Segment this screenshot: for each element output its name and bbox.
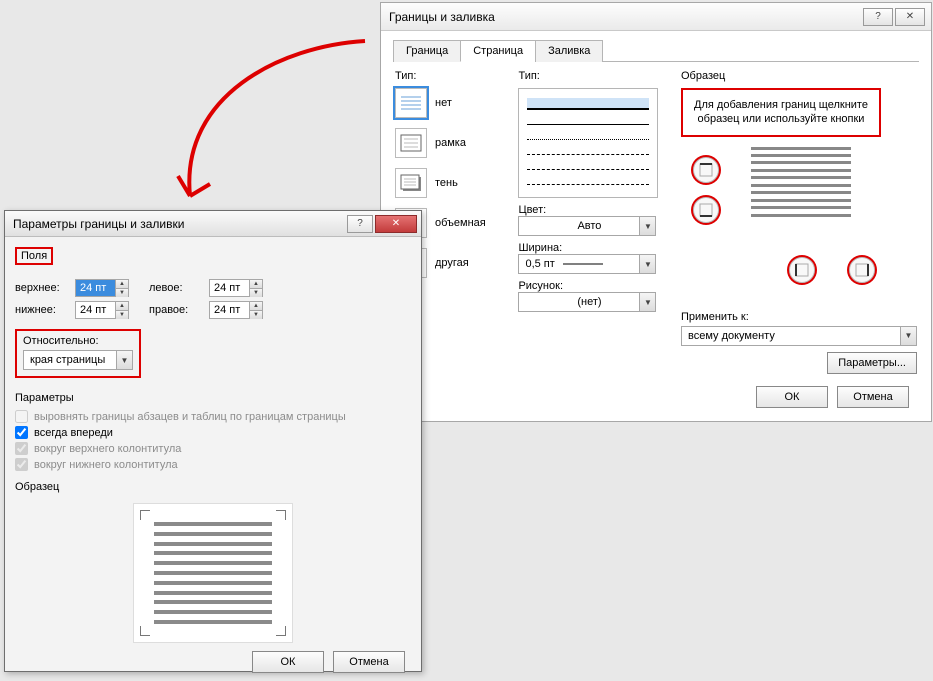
type-box-label: рамка	[435, 137, 466, 149]
margin-top-label: верхнее:	[15, 282, 69, 294]
type-label: Тип:	[395, 70, 504, 82]
margin-bottom-spin[interactable]: 24 пт ▲▼	[75, 301, 129, 319]
margin-bottom-label: нижнее:	[15, 304, 69, 316]
type-none[interactable]: нет	[395, 88, 504, 118]
margin-left-label: левое:	[149, 282, 203, 294]
art-combo[interactable]: (нет) ▼	[518, 292, 656, 312]
border-options-dialog: Параметры границы и заливки ? ✕ Поля вер…	[4, 210, 422, 672]
relative-label: Относительно:	[23, 335, 133, 347]
chevron-down-icon: ▼	[639, 255, 655, 273]
width-combo[interactable]: 0,5 пт ▼	[518, 254, 656, 274]
width-label: Ширина:	[518, 242, 574, 254]
border-bottom-button[interactable]	[693, 197, 719, 223]
close-button[interactable]: ✕	[895, 8, 925, 26]
type-shadow-label: тень	[435, 177, 458, 189]
tab-border[interactable]: Граница	[393, 40, 461, 62]
ok-button[interactable]: ОК	[756, 386, 828, 408]
chevron-down-icon: ▼	[900, 327, 916, 345]
preview-hint: Для добавления границ щелкните образец и…	[681, 88, 881, 137]
cancel-button[interactable]: Отмена	[837, 386, 909, 408]
spinner-up-icon[interactable]: ▲	[250, 302, 262, 311]
chevron-down-icon: ▼	[639, 293, 655, 311]
spinner-up-icon[interactable]: ▲	[250, 280, 262, 289]
ok-button[interactable]: ОК	[252, 651, 324, 673]
spinner-down-icon[interactable]: ▼	[250, 289, 262, 297]
apply-value: всему документу	[688, 330, 775, 342]
check-align-para[interactable]: выровнять границы абзацев и таблиц по гр…	[15, 410, 411, 423]
relative-to-combo[interactable]: края страницы ▼	[23, 350, 133, 370]
margin-top-spin[interactable]: 24 пт ▲▼	[75, 279, 129, 297]
params-group-label: Параметры	[15, 392, 411, 404]
check-around-footer[interactable]: вокруг нижнего колонтитула	[15, 458, 411, 471]
type-custom-label: другая	[435, 257, 469, 269]
options-title: Параметры границы и заливки	[13, 217, 347, 231]
margin-right-spin[interactable]: 24 пт ▲▼	[209, 301, 263, 319]
margin-left-spin[interactable]: 24 пт ▲▼	[209, 279, 263, 297]
parameters-button[interactable]: Параметры...	[827, 352, 917, 374]
type-3d-label: объемная	[435, 217, 486, 229]
close-button[interactable]: ✕	[375, 215, 417, 233]
help-button[interactable]: ?	[347, 215, 373, 233]
type-none-icon	[395, 88, 427, 118]
relative-value: края страницы	[30, 354, 105, 366]
width-value: 0,5 пт	[525, 258, 554, 270]
apply-to-combo[interactable]: всему документу ▼	[681, 326, 917, 346]
line-style-list[interactable]	[518, 88, 658, 198]
check-around-header[interactable]: вокруг верхнего колонтитула	[15, 442, 411, 455]
borders-shading-dialog: Границы и заливка ? ✕ Граница Страница З…	[380, 2, 932, 422]
check-always-front[interactable]: всегда впереди	[15, 426, 411, 439]
preview-label: Образец	[681, 70, 917, 82]
spinner-up-icon[interactable]: ▲	[116, 280, 128, 289]
border-right-button[interactable]	[849, 257, 875, 283]
fields-group-label: Поля	[15, 247, 53, 265]
color-label: Цвет:	[518, 204, 574, 216]
border-top-button[interactable]	[693, 157, 719, 183]
type-shadow[interactable]: тень	[395, 168, 504, 198]
tab-fill[interactable]: Заливка	[535, 40, 603, 62]
preview-page-icon	[751, 147, 851, 217]
help-button[interactable]: ?	[863, 8, 893, 26]
spinner-down-icon[interactable]: ▼	[116, 289, 128, 297]
type-shadow-icon	[395, 168, 427, 198]
border-left-button[interactable]	[789, 257, 815, 283]
tab-strip: Граница Страница Заливка	[393, 39, 919, 62]
margin-right-label: правое:	[149, 304, 203, 316]
chevron-down-icon: ▼	[116, 351, 132, 369]
type-none-label: нет	[435, 97, 452, 109]
color-value: Авто	[577, 220, 601, 232]
chevron-down-icon: ▼	[639, 217, 655, 235]
main-title: Границы и заливка	[389, 10, 861, 24]
cancel-button[interactable]: Отмена	[333, 651, 405, 673]
options-preview-label: Образец	[15, 481, 411, 493]
type-box[interactable]: рамка	[395, 128, 504, 158]
main-titlebar[interactable]: Границы и заливка ? ✕	[381, 3, 931, 31]
spinner-down-icon[interactable]: ▼	[116, 311, 128, 319]
spinner-up-icon[interactable]: ▲	[116, 302, 128, 311]
preview-area	[681, 137, 911, 297]
spinner-down-icon[interactable]: ▼	[250, 311, 262, 319]
art-label: Рисунок:	[518, 280, 574, 292]
color-combo[interactable]: Авто ▼	[518, 216, 656, 236]
options-titlebar[interactable]: Параметры границы и заливки ? ✕	[5, 211, 421, 237]
type-box-icon	[395, 128, 427, 158]
apply-label: Применить к:	[681, 311, 917, 323]
tab-page[interactable]: Страница	[460, 40, 536, 62]
options-preview	[133, 503, 293, 643]
art-value: (нет)	[577, 296, 601, 308]
style-label: Тип:	[518, 70, 667, 82]
